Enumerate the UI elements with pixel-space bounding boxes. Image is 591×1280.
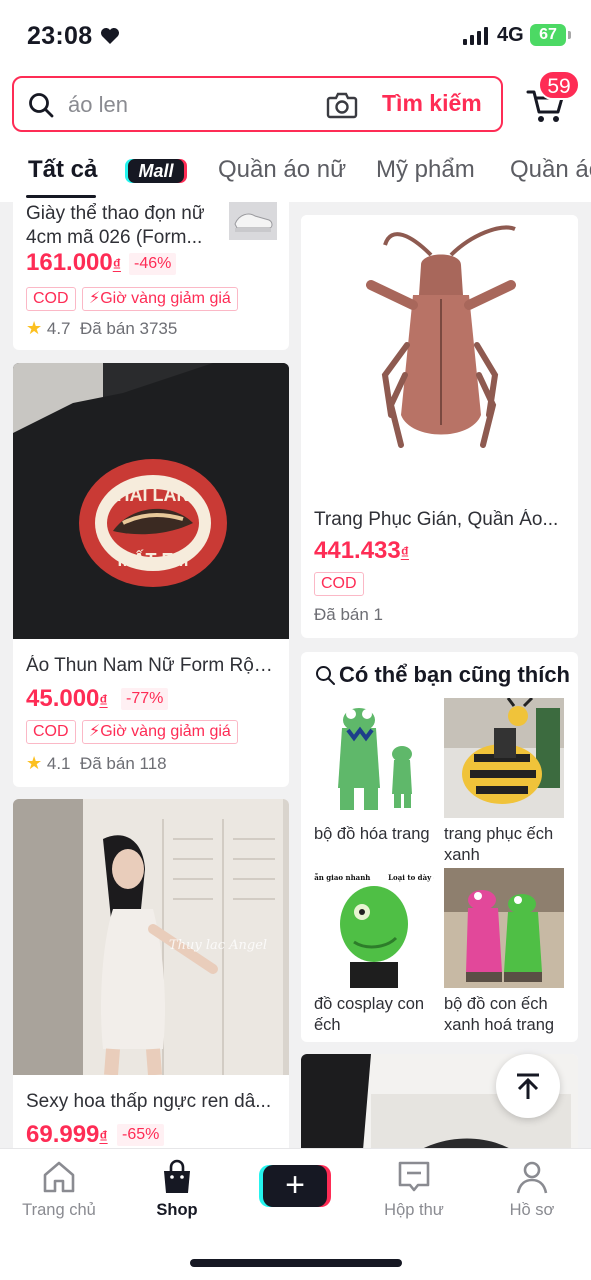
search-icon bbox=[316, 666, 335, 685]
bottom-navigation: Trang chủ Shop + Hộp thư Hồ sơ bbox=[0, 1148, 591, 1280]
image-text-left: Có sẵn giao nhanh bbox=[314, 873, 370, 882]
home-icon bbox=[43, 1161, 75, 1193]
tab-cosmetics[interactable]: Mỹ phẩm bbox=[376, 156, 475, 184]
inbox-icon bbox=[398, 1161, 430, 1192]
suggestion-label: trang phục ếch xanh bbox=[444, 825, 554, 864]
product-thumbnail bbox=[229, 202, 277, 240]
product-card[interactable]: Trang Phục Gián, Quần Áo... 441.433₫ COD… bbox=[301, 215, 578, 638]
discount-badge: -65% bbox=[117, 1124, 165, 1146]
cod-tag: COD bbox=[26, 287, 76, 311]
search-icon bbox=[29, 93, 54, 118]
status-time: 23:08 bbox=[27, 22, 93, 50]
suggestion-label: đồ cosplay con ếch bbox=[314, 995, 425, 1034]
nav-home[interactable]: Trang chủ bbox=[4, 1159, 114, 1220]
suggestions-title: Có thể bạn cũng thích bbox=[339, 662, 570, 687]
product-price: 45.000₫ bbox=[26, 685, 108, 712]
scroll-to-top-button[interactable] bbox=[496, 1054, 560, 1118]
product-card[interactable]: Thuy lac Angel Sexy hoa thấp ngực ren dâ… bbox=[13, 799, 289, 1148]
flash-sale-tag: ⚡Giờ vàng giảm giá bbox=[82, 287, 238, 311]
product-feed: Giày thể thao đọn nữ 4cm mã 026 (Form...… bbox=[0, 202, 591, 1148]
search-input[interactable] bbox=[68, 90, 318, 120]
product-title: Áo Thun Nam Nữ Form Rộn... bbox=[26, 655, 279, 676]
suggestion-image bbox=[444, 868, 564, 988]
shopping-bag-icon bbox=[164, 1159, 190, 1193]
shirt-print-top: HAI LẦN bbox=[117, 484, 190, 505]
search-button[interactable]: Tìm kiếm bbox=[382, 90, 482, 117]
heart-icon bbox=[101, 28, 119, 44]
nav-shop[interactable]: Shop bbox=[122, 1159, 232, 1220]
product-image bbox=[301, 215, 578, 492]
product-price: 69.999₫ bbox=[26, 1121, 108, 1148]
product-title: Trang Phục Gián, Quần Áo... bbox=[314, 509, 559, 530]
category-tabs: Tất cả Mall Quần áo nữ Mỹ phẩm Quần áo bbox=[0, 144, 591, 202]
tab-clothing[interactable]: Quần áo bbox=[510, 156, 591, 184]
profile-icon bbox=[516, 1161, 548, 1194]
product-sold: Đã bán 1 bbox=[314, 605, 383, 624]
product-rating: ★ 4.1 Đã bán 118 bbox=[26, 753, 167, 773]
camera-icon[interactable] bbox=[326, 90, 358, 120]
suggestion-label: bộ đồ hóa trang bbox=[314, 825, 430, 843]
product-rating: ★ 4.7 Đã bán 3735 bbox=[26, 318, 178, 338]
cart-count-badge: 59 bbox=[538, 70, 580, 100]
product-title: Giày thể thao đọn nữ 4cm mã 026 (Form... bbox=[26, 203, 205, 248]
suggestion-image bbox=[444, 698, 564, 818]
nav-inbox[interactable]: Hộp thư bbox=[359, 1159, 469, 1220]
suggestion-image bbox=[314, 698, 434, 818]
star-icon: ★ bbox=[26, 753, 43, 773]
shirt-print-bottom: MẤT EM bbox=[118, 549, 189, 570]
product-image: Thuy lac Angel bbox=[13, 799, 289, 1075]
signal-icon bbox=[463, 27, 489, 45]
nav-profile[interactable]: Hồ sơ bbox=[477, 1159, 587, 1220]
search-bar[interactable]: Tìm kiếm bbox=[12, 76, 503, 132]
suggestions-card: Có thể bạn cũng thích bộ đồ hóa trang tr… bbox=[301, 652, 578, 1042]
product-card[interactable]: Giày thể thao đọn nữ 4cm mã 026 (Form...… bbox=[13, 202, 289, 350]
network-type: 4G bbox=[497, 24, 524, 46]
star-icon: ★ bbox=[26, 318, 43, 338]
image-watermark: Thuy lac Angel bbox=[169, 938, 267, 953]
product-price: 441.433₫ bbox=[314, 537, 409, 564]
tab-womens-clothing[interactable]: Quần áo nữ bbox=[218, 156, 346, 184]
home-indicator bbox=[190, 1259, 402, 1267]
product-card[interactable]: HAI LẦN MẤT EM Áo Thun Nam Nữ Form Rộn..… bbox=[13, 363, 289, 787]
discount-badge: -77% bbox=[121, 688, 169, 710]
discount-badge: -46% bbox=[129, 253, 177, 275]
flash-sale-tag: ⚡Giờ vàng giảm giá bbox=[82, 720, 238, 744]
suggestion-label: bộ đồ con ếch xanh hoá trang bbox=[444, 995, 555, 1034]
create-button[interactable]: + bbox=[263, 1165, 327, 1207]
cod-tag: COD bbox=[26, 720, 76, 744]
active-tab-indicator bbox=[26, 195, 96, 198]
product-title: Sexy hoa thấp ngực ren dâ... bbox=[26, 1091, 272, 1112]
status-bar: 23:08 4G 67 bbox=[0, 0, 591, 72]
cod-tag: COD bbox=[314, 572, 364, 596]
product-image: HAI LẦN MẤT EM bbox=[13, 363, 289, 639]
suggestion-image: Có sẵn giao nhanh Loại to dày đẹp bbox=[314, 868, 434, 988]
product-price: 161.000₫ bbox=[26, 249, 121, 276]
image-text-right: Loại to dày đẹp bbox=[388, 873, 434, 882]
tab-mall[interactable]: Mall bbox=[128, 159, 184, 183]
tab-all[interactable]: Tất cả bbox=[28, 156, 97, 184]
battery-icon: 67 bbox=[530, 24, 571, 46]
arrow-up-icon bbox=[517, 1073, 539, 1099]
